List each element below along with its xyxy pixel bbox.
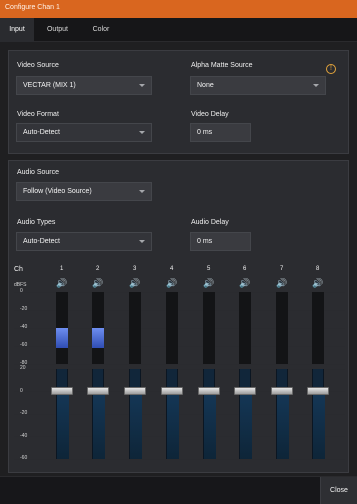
ch-header-label: Ch: [14, 266, 23, 273]
fader-fill: [93, 395, 105, 459]
info-warning-icon[interactable]: !: [326, 64, 336, 74]
fader-track: [129, 369, 142, 459]
fader-knob[interactable]: [198, 387, 220, 395]
fader-fill: [204, 395, 216, 459]
chevron-down-icon: [313, 84, 319, 87]
video-format-label: Video Format: [17, 111, 59, 118]
fader-track: [92, 369, 105, 459]
video-source-label: Video Source: [17, 62, 59, 69]
audio-delay-input[interactable]: 0 ms: [190, 232, 251, 251]
speaker-icon[interactable]: 🔊: [56, 278, 67, 289]
audio-types-label: Audio Types: [17, 219, 56, 226]
fader-fill: [167, 395, 179, 459]
speaker-icon[interactable]: 🔊: [239, 278, 250, 289]
alpha-matte-value: None: [197, 82, 214, 89]
footer-bar: Close: [0, 476, 357, 504]
audio-source-value: Follow (Video Source): [23, 188, 92, 195]
channel-number: 4: [170, 266, 174, 272]
fader-knob[interactable]: [87, 387, 109, 395]
audio-types-value: Auto-Detect: [23, 238, 60, 245]
fader-knob[interactable]: [307, 387, 329, 395]
speaker-icon[interactable]: 🔊: [203, 278, 214, 289]
alpha-matte-label: Alpha Matte Source: [191, 62, 253, 69]
tab-input[interactable]: Input: [0, 18, 34, 42]
channel-number: 6: [243, 266, 247, 272]
alpha-matte-select[interactable]: None: [190, 76, 326, 95]
speaker-icon[interactable]: 🔊: [312, 278, 323, 289]
level-meter: [312, 292, 324, 364]
fader-track: [166, 369, 179, 459]
video-source-select[interactable]: VECTAR (MIX 1): [16, 76, 152, 95]
grid-line: [14, 364, 345, 365]
level-meter: [203, 292, 215, 364]
tab-color[interactable]: Color: [81, 18, 121, 42]
fader-track: [239, 369, 252, 459]
fader-fill: [277, 395, 289, 459]
fader-fill: [240, 395, 252, 459]
channel-number: 8: [316, 266, 320, 272]
meter-scale-label: -60: [20, 342, 28, 348]
speaker-icon[interactable]: 🔊: [276, 278, 287, 289]
audio-delay-label: Audio Delay: [191, 219, 229, 226]
audio-types-select[interactable]: Auto-Detect: [16, 232, 152, 251]
level-meter: [239, 292, 251, 364]
channel-number: 3: [133, 266, 137, 272]
speaker-icon[interactable]: 🔊: [129, 278, 140, 289]
video-format-select[interactable]: Auto-Detect: [16, 123, 152, 142]
fader-track: [56, 369, 69, 459]
fader-knob[interactable]: [124, 387, 146, 395]
fader-scale-label: 20: [20, 365, 26, 371]
level-meter: [56, 292, 68, 364]
fader-knob[interactable]: [234, 387, 256, 395]
chevron-down-icon: [139, 131, 145, 134]
meter-scale-label: -20: [20, 306, 28, 312]
chevron-down-icon: [139, 84, 145, 87]
channel-number: 2: [96, 266, 100, 272]
window-title: Configure Chan 1: [5, 4, 60, 11]
level-meter: [166, 292, 178, 364]
meter-scale-label: -40: [20, 324, 28, 330]
fader-fill: [313, 395, 325, 459]
fader-knob[interactable]: [161, 387, 183, 395]
fader-track: [276, 369, 289, 459]
audio-source-label: Audio Source: [17, 169, 60, 176]
window-titlebar: Configure Chan 1: [0, 0, 357, 18]
fader-fill: [130, 395, 142, 459]
speaker-icon[interactable]: 🔊: [92, 278, 103, 289]
meter-fill: [56, 328, 68, 348]
chevron-down-icon: [139, 240, 145, 243]
channel-number: 5: [207, 266, 211, 272]
fader-scale-label: 0: [20, 387, 23, 394]
chevron-down-icon: [139, 190, 145, 193]
fader-scale-label: -60: [20, 455, 28, 461]
fader-knob[interactable]: [271, 387, 293, 395]
audio-mixer: Ch dBFS 0 -20 -40 -60 -80 20 0 -20 -40 -60 1 🔊 2 🔊 3 🔊 4…: [14, 266, 345, 464]
meter-scale-label: 0: [20, 288, 23, 294]
fader-fill: [57, 395, 69, 459]
level-meter: [129, 292, 141, 364]
close-button[interactable]: Close: [320, 477, 357, 504]
level-meter: [92, 292, 104, 364]
fader-track: [312, 369, 325, 459]
tab-bar: Input Output Color: [0, 18, 357, 42]
fader-track: [203, 369, 216, 459]
video-source-value: VECTAR (MIX 1): [23, 82, 76, 89]
meter-fill: [92, 328, 104, 348]
fader-scale-label: -40: [20, 432, 28, 439]
grid-line: [14, 459, 345, 460]
channel-number: 1: [60, 266, 64, 272]
speaker-icon[interactable]: 🔊: [166, 278, 177, 289]
channel-number: 7: [280, 266, 284, 272]
fader-scale-label: -20: [20, 410, 28, 416]
fader-knob[interactable]: [51, 387, 73, 395]
tab-output[interactable]: Output: [35, 18, 80, 42]
audio-source-select[interactable]: Follow (Video Source): [16, 182, 152, 201]
video-format-value: Auto-Detect: [23, 129, 60, 136]
video-delay-label: Video Delay: [191, 111, 229, 118]
video-delay-input[interactable]: 0 ms: [190, 123, 251, 142]
level-meter: [276, 292, 288, 364]
